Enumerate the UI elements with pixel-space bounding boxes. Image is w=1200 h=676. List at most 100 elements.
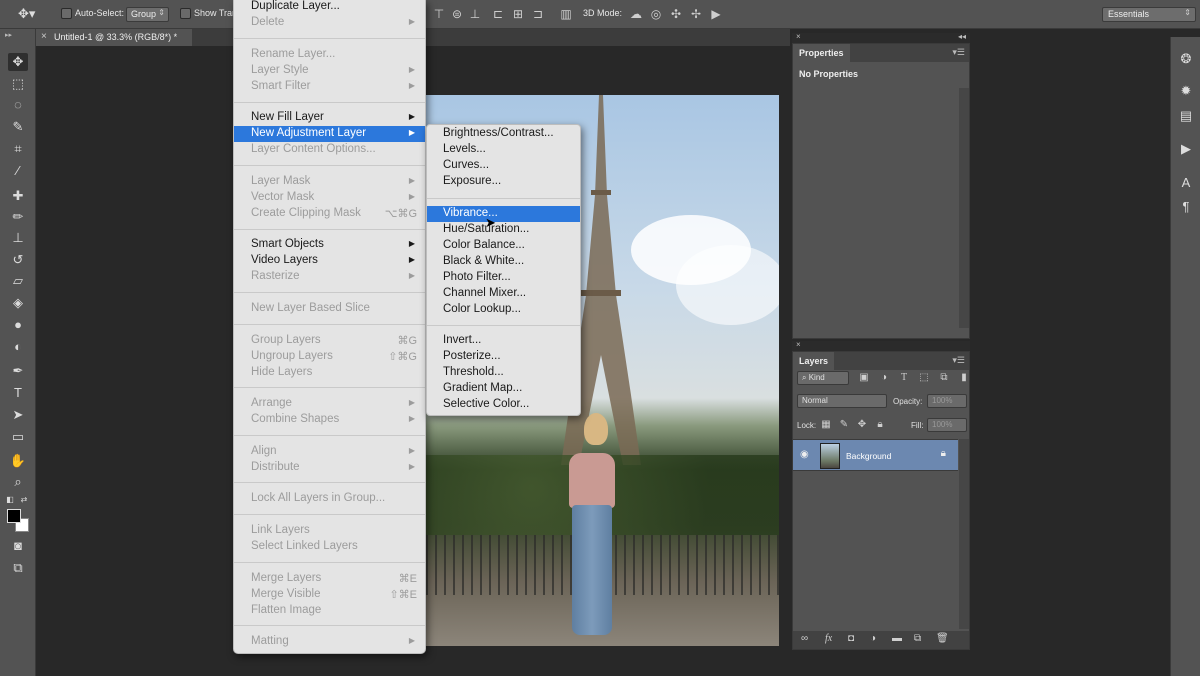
menu-item-vector-mask[interactable]: Vector Mask ▶: [234, 190, 425, 206]
swap-colors-icon[interactable]: ⇄: [18, 491, 30, 509]
close-tab-icon[interactable]: ×: [41, 31, 47, 42]
color-panel-icon[interactable]: ❂: [1178, 51, 1194, 67]
pen-tool-icon[interactable]: ✒: [8, 362, 28, 380]
blur-tool-icon[interactable]: ●: [8, 316, 28, 334]
lock-all-icon[interactable]: 🔒︎: [873, 418, 887, 432]
menu-item-video-layers[interactable]: Video Layers ▶: [234, 253, 425, 269]
screen-mode-icon[interactable]: ⧉: [8, 559, 28, 577]
lock-position-icon[interactable]: ✥: [855, 418, 869, 432]
close-panel-icon[interactable]: ×: [796, 32, 801, 41]
menu-item-matting[interactable]: Matting ▶: [234, 634, 425, 650]
submenu-item-color-balance[interactable]: Color Balance...: [427, 238, 580, 254]
hand-tool-icon[interactable]: ✋: [8, 452, 28, 470]
panel-menu-icon[interactable]: ▾☰: [952, 47, 965, 58]
layers-scrollbar[interactable]: [959, 439, 969, 629]
swatches-panel-icon[interactable]: ▤: [1178, 108, 1194, 124]
menu-item-new-adjustment-layer[interactable]: New Adjustment Layer ▶: [234, 126, 425, 142]
move-tool-preset-icon[interactable]: ✥▾: [18, 6, 48, 23]
align-top-icon[interactable]: ⊤: [431, 6, 447, 22]
submenu-item-color-lookup[interactable]: Color Lookup...: [427, 302, 580, 318]
menu-item-delete[interactable]: Delete ▶: [234, 15, 425, 31]
menu-item-distribute[interactable]: Distribute ▶: [234, 460, 425, 476]
fill-field[interactable]: 100%: [927, 418, 967, 432]
filter-smart-object-icon[interactable]: ⧉: [937, 371, 951, 385]
opacity-field[interactable]: 100%: [927, 394, 967, 408]
clone-stamp-tool-icon[interactable]: ⊥: [8, 229, 28, 247]
submenu-item-invert[interactable]: Invert...: [427, 333, 580, 349]
menu-item-rename-layer[interactable]: Rename Layer...: [234, 47, 425, 63]
quick-select-tool-icon[interactable]: ✎: [8, 118, 28, 136]
layer-style-icon[interactable]: fx: [825, 633, 832, 644]
rectangle-tool-icon[interactable]: ▭: [8, 428, 28, 446]
submenu-item-curves[interactable]: Curves...: [427, 158, 580, 174]
menu-item-smart-objects[interactable]: Smart Objects ▶: [234, 237, 425, 253]
align-bottom-icon[interactable]: ⊥: [467, 6, 483, 22]
menu-item-layer-style[interactable]: Layer Style ▶: [234, 63, 425, 79]
default-colors-icon[interactable]: ◧: [4, 491, 16, 509]
filter-toggle-icon[interactable]: ▮: [957, 371, 971, 385]
menu-item-new-fill-layer[interactable]: New Fill Layer ▶: [234, 110, 425, 126]
new-layer-icon[interactable]: ⧉: [914, 633, 921, 644]
delete-layer-icon[interactable]: 🗑︎: [936, 633, 949, 644]
type-tool-icon[interactable]: T: [8, 384, 28, 402]
menu-item-select-linked-layers[interactable]: Select Linked Layers: [234, 539, 425, 555]
marquee-tool-icon[interactable]: ⬚: [8, 75, 28, 93]
foreground-color-swatch[interactable]: [7, 509, 21, 523]
submenu-item-channel-mixer[interactable]: Channel Mixer...: [427, 286, 580, 302]
properties-tab[interactable]: Properties: [793, 44, 850, 62]
visibility-eye-icon[interactable]: ◉: [800, 449, 809, 460]
menu-item-link-layers[interactable]: Link Layers: [234, 523, 425, 539]
menu-item-rasterize[interactable]: Rasterize ▶: [234, 269, 425, 285]
lasso-tool-icon[interactable]: ◌: [8, 96, 28, 114]
menu-item-new-layer-based-slice[interactable]: New Layer Based Slice: [234, 301, 425, 317]
submenu-item-exposure[interactable]: Exposure...: [427, 174, 580, 190]
eraser-tool-icon[interactable]: ▱: [8, 272, 28, 290]
path-selection-tool-icon[interactable]: ➤: [8, 406, 28, 424]
align-right-icon[interactable]: ⊐: [530, 6, 546, 22]
layer-row-background[interactable]: ◉ Background 🔒︎: [793, 439, 958, 471]
submenu-item-brightness-contrast[interactable]: Brightness/Contrast...: [427, 126, 580, 142]
submenu-item-gradient-map[interactable]: Gradient Map...: [427, 381, 580, 397]
submenu-item-selective-color[interactable]: Selective Color...: [427, 397, 580, 413]
collapse-panel-icon[interactable]: ◂◂: [958, 32, 966, 41]
submenu-item-black-white[interactable]: Black & White...: [427, 254, 580, 270]
menu-item-lock-all-layers-in-group[interactable]: Lock All Layers in Group...: [234, 491, 425, 507]
filter-shape-icon[interactable]: ⬚: [917, 371, 931, 385]
toolbox-collapse-icon[interactable]: ▸▸: [5, 31, 12, 39]
move-tool-icon[interactable]: ✥: [8, 53, 28, 71]
lock-pixels-icon[interactable]: ✎: [837, 418, 851, 432]
healing-brush-tool-icon[interactable]: ✚: [8, 187, 28, 205]
document-tab[interactable]: × Untitled-1 @ 33.3% (RGB/8*) *: [36, 29, 192, 46]
dodge-tool-icon[interactable]: ◐: [8, 338, 28, 356]
submenu-item-levels[interactable]: Levels...: [427, 142, 580, 158]
auto-align-icon[interactable]: ▥: [558, 6, 574, 22]
auto-select-checkbox[interactable]: [61, 8, 72, 19]
menu-item-flatten-image[interactable]: Flatten Image: [234, 603, 425, 619]
workspace-dropdown[interactable]: Essentials: [1102, 7, 1196, 22]
new-group-icon[interactable]: ▬: [892, 633, 902, 644]
align-vcenter-icon[interactable]: ⊜: [449, 6, 465, 22]
show-transform-checkbox[interactable]: [180, 8, 191, 19]
new-adjustment-icon[interactable]: ◑: [870, 633, 876, 644]
quick-mask-icon[interactable]: ◙: [8, 537, 28, 555]
menu-item-arrange[interactable]: Arrange ▶: [234, 396, 425, 412]
menu-item-ungroup-layers[interactable]: Ungroup Layers ⇧⌘G: [234, 349, 425, 365]
paint-bucket-tool-icon[interactable]: ◈: [8, 294, 28, 312]
brush-tool-icon[interactable]: ✏: [8, 208, 28, 226]
history-brush-tool-icon[interactable]: ↺: [8, 251, 28, 269]
close-panel-icon[interactable]: ×: [796, 340, 801, 349]
3d-roll-icon[interactable]: ◎: [648, 6, 664, 22]
add-mask-icon[interactable]: ◘: [848, 633, 854, 644]
eyedropper-tool-icon[interactable]: ⁄: [8, 162, 28, 180]
align-hcenter-icon[interactable]: ⊞: [510, 6, 526, 22]
menu-item-layer-mask[interactable]: Layer Mask ▶: [234, 174, 425, 190]
filter-pixel-icon[interactable]: ▣: [857, 371, 871, 385]
menu-item-duplicate-layer[interactable]: Duplicate Layer...: [234, 0, 425, 15]
filter-kind-dropdown[interactable]: ⌕ Kind: [797, 371, 849, 385]
submenu-item-posterize[interactable]: Posterize...: [427, 349, 580, 365]
menu-item-align[interactable]: Align ▶: [234, 444, 425, 460]
3d-scale-icon[interactable]: ▶: [708, 6, 724, 22]
character-panel-icon[interactable]: A: [1178, 175, 1194, 191]
auto-select-dropdown[interactable]: Group: [126, 7, 169, 22]
crop-tool-icon[interactable]: ⌗: [8, 140, 28, 158]
